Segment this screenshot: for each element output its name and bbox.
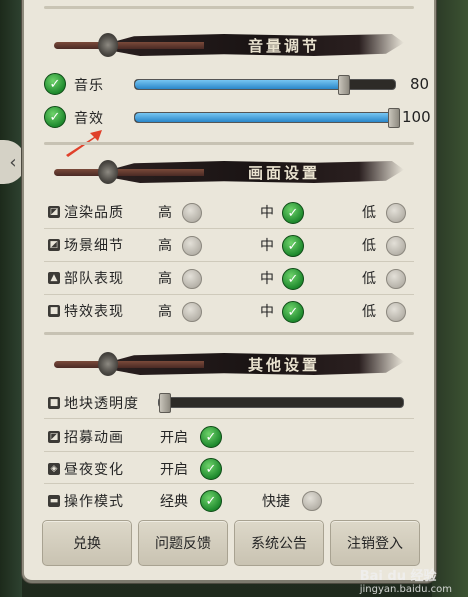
music-slider[interactable] — [134, 75, 396, 95]
music-slider-fill — [135, 80, 343, 89]
feedback-button[interactable]: 问题反馈 — [138, 520, 228, 566]
sword-guard-decoration — [98, 352, 118, 376]
control-mode-quick-label: 快捷 — [262, 494, 290, 510]
left-game-strip — [0, 0, 22, 597]
sfx-slider-fill — [135, 113, 395, 122]
sfx-label: 音效 — [74, 111, 104, 127]
transparency-label: 地块透明度 — [64, 396, 139, 412]
effects-display-low-radio[interactable] — [386, 302, 406, 322]
sfx-slider-thumb[interactable] — [388, 108, 400, 128]
section-header-volume: 音量调节 — [54, 28, 404, 62]
graphics-row-label: 特效表现 — [64, 304, 124, 320]
row-divider — [44, 261, 414, 262]
option-low-label: 低 — [362, 271, 376, 287]
section-header-graphics: 画面设置 — [54, 155, 404, 189]
row-divider — [44, 451, 414, 452]
effects-display-high-radio[interactable] — [182, 302, 202, 322]
control-mode-classic-radio[interactable]: ✓ — [200, 490, 222, 512]
option-high-label: 高 — [158, 238, 172, 254]
right-game-strip — [432, 0, 468, 597]
render-quality-icon: ◪ — [48, 206, 60, 218]
announcement-button[interactable]: 系统公告 — [234, 520, 324, 566]
graphics-row-label: 渲染品质 — [64, 205, 124, 221]
top-divider — [44, 6, 414, 9]
section-title: 音量调节 — [247, 36, 320, 55]
recruit-anim-icon: ◪ — [48, 431, 60, 443]
scene-detail-mid-radio[interactable]: ✓ — [282, 235, 304, 257]
option-mid-label: 中 — [260, 205, 274, 221]
row-divider — [44, 228, 414, 229]
sword-blade-decoration — [54, 361, 204, 368]
scene-detail-high-radio[interactable] — [182, 236, 202, 256]
sfx-toggle[interactable]: ✓ — [44, 106, 66, 128]
control-mode-label: 操作模式 — [64, 494, 124, 510]
section-header-other: 其他设置 — [54, 347, 404, 381]
effects-display-mid-radio[interactable]: ✓ — [282, 301, 304, 323]
sword-blade-decoration — [54, 169, 204, 176]
troop-display-mid-radio[interactable]: ✓ — [282, 268, 304, 290]
option-low-label: 低 — [362, 238, 376, 254]
music-label: 音乐 — [74, 78, 104, 94]
graphics-divider — [44, 332, 414, 335]
scene-detail-low-radio[interactable] — [386, 236, 406, 256]
row-divider — [44, 418, 414, 419]
option-mid-label: 中 — [260, 304, 274, 320]
render-quality-mid-radio[interactable]: ✓ — [282, 202, 304, 224]
row-divider — [44, 294, 414, 295]
graphics-row-label: 部队表现 — [64, 271, 124, 287]
scene-detail-icon: ◩ — [48, 239, 60, 251]
volume-divider — [44, 142, 414, 145]
music-slider-thumb[interactable] — [338, 75, 350, 95]
control-mode-quick-radio[interactable] — [302, 491, 322, 511]
graphics-row-label: 场景细节 — [64, 238, 124, 254]
music-toggle[interactable]: ✓ — [44, 73, 66, 95]
option-low-label: 低 — [362, 304, 376, 320]
troop-display-high-radio[interactable] — [182, 269, 202, 289]
recruit-anim-label: 招募动画 — [64, 430, 124, 446]
section-title: 其他设置 — [247, 355, 320, 374]
transparency-slider-thumb[interactable] — [159, 393, 171, 413]
day-night-icon: ◈ — [48, 463, 60, 475]
sfx-value: 100 — [402, 108, 431, 126]
render-quality-high-radio[interactable] — [182, 203, 202, 223]
day-night-label: 昼夜变化 — [64, 462, 124, 478]
render-quality-low-radio[interactable] — [386, 203, 406, 223]
day-night-toggle[interactable]: ✓ — [200, 458, 222, 480]
recruit-anim-option: 开启 — [160, 430, 188, 446]
sword-guard-decoration — [98, 160, 118, 184]
music-value: 80 — [410, 75, 430, 93]
transparency-icon: ■ — [48, 397, 60, 409]
option-mid-label: 中 — [260, 271, 274, 287]
recruit-anim-toggle[interactable]: ✓ — [200, 426, 222, 448]
section-title: 画面设置 — [247, 163, 320, 182]
troop-display-icon: ▲ — [48, 272, 60, 284]
sfx-slider[interactable] — [134, 108, 400, 128]
logout-button[interactable]: 注销登入 — [330, 520, 420, 566]
sword-blade-decoration — [54, 42, 204, 49]
transparency-slider[interactable] — [158, 393, 404, 413]
control-mode-icon: ▬ — [48, 495, 60, 507]
option-high-label: 高 — [158, 271, 172, 287]
option-high-label: 高 — [158, 205, 172, 221]
troop-display-low-radio[interactable] — [386, 269, 406, 289]
sword-guard-decoration — [98, 33, 118, 57]
option-high-label: 高 — [158, 304, 172, 320]
effects-display-icon: ■ — [48, 305, 60, 317]
option-mid-label: 中 — [260, 238, 274, 254]
control-mode-classic-label: 经典 — [160, 494, 188, 510]
watermark-brand: Bai du 经验 — [359, 569, 437, 584]
option-low-label: 低 — [362, 205, 376, 221]
row-divider — [44, 483, 414, 484]
day-night-option: 开启 — [160, 462, 188, 478]
redeem-button[interactable]: 兑换 — [42, 520, 132, 566]
watermark-url: jingyan.baidu.com — [359, 584, 452, 595]
baidu-watermark: Bai du 经验 jingyan.baidu.com — [360, 565, 452, 595]
settings-panel: 音量调节 ✓ 音乐 80 ✓ 音效 100 画面设置 ◪ 渲染品质 高 中 ✓ … — [22, 0, 436, 583]
